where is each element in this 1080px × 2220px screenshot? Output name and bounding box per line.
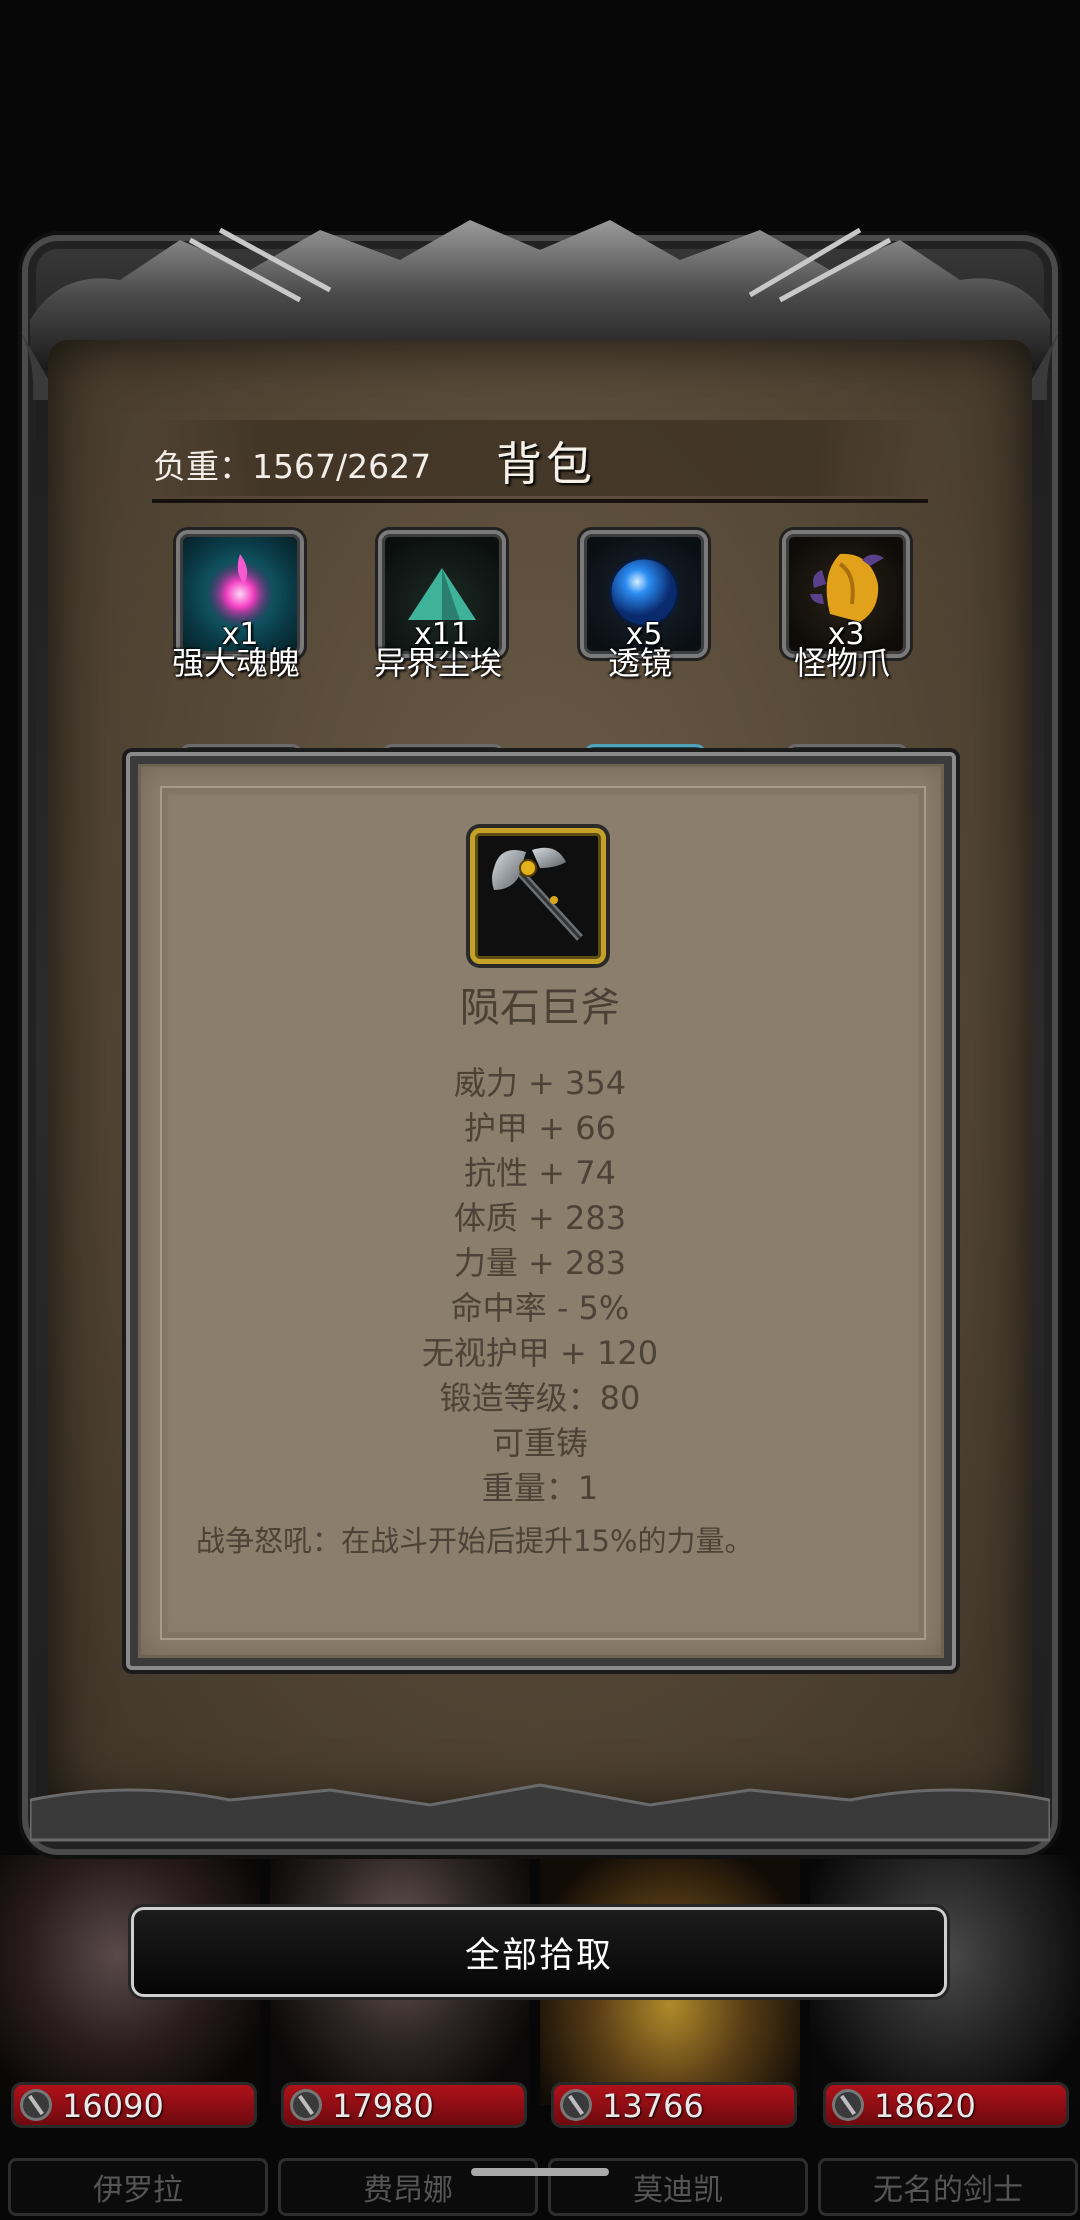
pick-up-all-button[interactable]: 全部拾取 (134, 1910, 944, 1994)
item-stat: 可重铸 (491, 1424, 588, 1462)
meteor-greataxe-icon (492, 847, 583, 941)
home-indicator[interactable] (471, 2168, 609, 2176)
item-detail-icon-frame (470, 828, 606, 964)
item-stat: 威力 + 354 (453, 1064, 627, 1102)
hero-tab-4[interactable]: 无名的剑士 (818, 2158, 1078, 2216)
item-stat: 锻造等级：80 (439, 1379, 641, 1417)
hero-hp-bar: 16090 (14, 2085, 254, 2125)
item-stat: 命中率 - 5% (450, 1289, 630, 1327)
hero-name: 莫迪凯 (633, 2173, 723, 2208)
sword-icon (290, 2089, 322, 2121)
hero-hp-bar: 17980 (284, 2085, 524, 2125)
hero-name: 伊罗拉 (93, 2173, 183, 2208)
page-title: 背包 (496, 437, 596, 491)
item-stat: 抗性 + 74 (464, 1154, 616, 1192)
hero-hp-bar: 13766 (554, 2085, 794, 2125)
item-stat: 体质 + 283 (453, 1199, 627, 1237)
hero-name: 无名的剑士 (873, 2173, 1023, 2208)
hero-tab-2[interactable]: 费昂娜 (278, 2158, 538, 2216)
frame-bottom-ornament (30, 1783, 1050, 1842)
item-name: 强大魂魄 (171, 644, 300, 682)
item-description: 战争怒吼：在战斗开始后提升15%的力量。 (196, 1524, 754, 1558)
sword-icon (560, 2089, 592, 2121)
sword-icon (832, 2089, 864, 2121)
item-detail-title: 陨石巨斧 (460, 985, 620, 1031)
item-name: 怪物爪 (793, 644, 890, 682)
item-stat: 护甲 + 66 (464, 1109, 616, 1147)
pink-soul-orb-icon (206, 554, 274, 628)
hero-hp-bar: 18620 (826, 2085, 1066, 2125)
hero-hp-value: 13766 (602, 2087, 704, 2125)
sword-icon (20, 2089, 52, 2121)
hero-hp-value: 17980 (332, 2087, 434, 2125)
hero-hp-value: 16090 (62, 2087, 164, 2125)
item-stat: 力量 + 283 (453, 1244, 627, 1282)
item-name: 异界尘埃 (373, 644, 502, 682)
hero-tab-1[interactable]: 伊罗拉 (8, 2158, 268, 2216)
hero-hp-value: 18620 (874, 2087, 976, 2125)
header-divider (152, 499, 928, 503)
pick-up-all-label: 全部拾取 (464, 1935, 613, 1976)
item-stat: 重量：1 (481, 1469, 599, 1507)
hero-name: 费昂娜 (363, 2173, 453, 2208)
item-name: 透镜 (607, 644, 672, 682)
item-stat: 无视护甲 + 120 (421, 1334, 659, 1372)
hero-tab-3[interactable]: 莫迪凯 (548, 2158, 808, 2216)
weight-label: 负重：1567/2627 (153, 447, 432, 486)
